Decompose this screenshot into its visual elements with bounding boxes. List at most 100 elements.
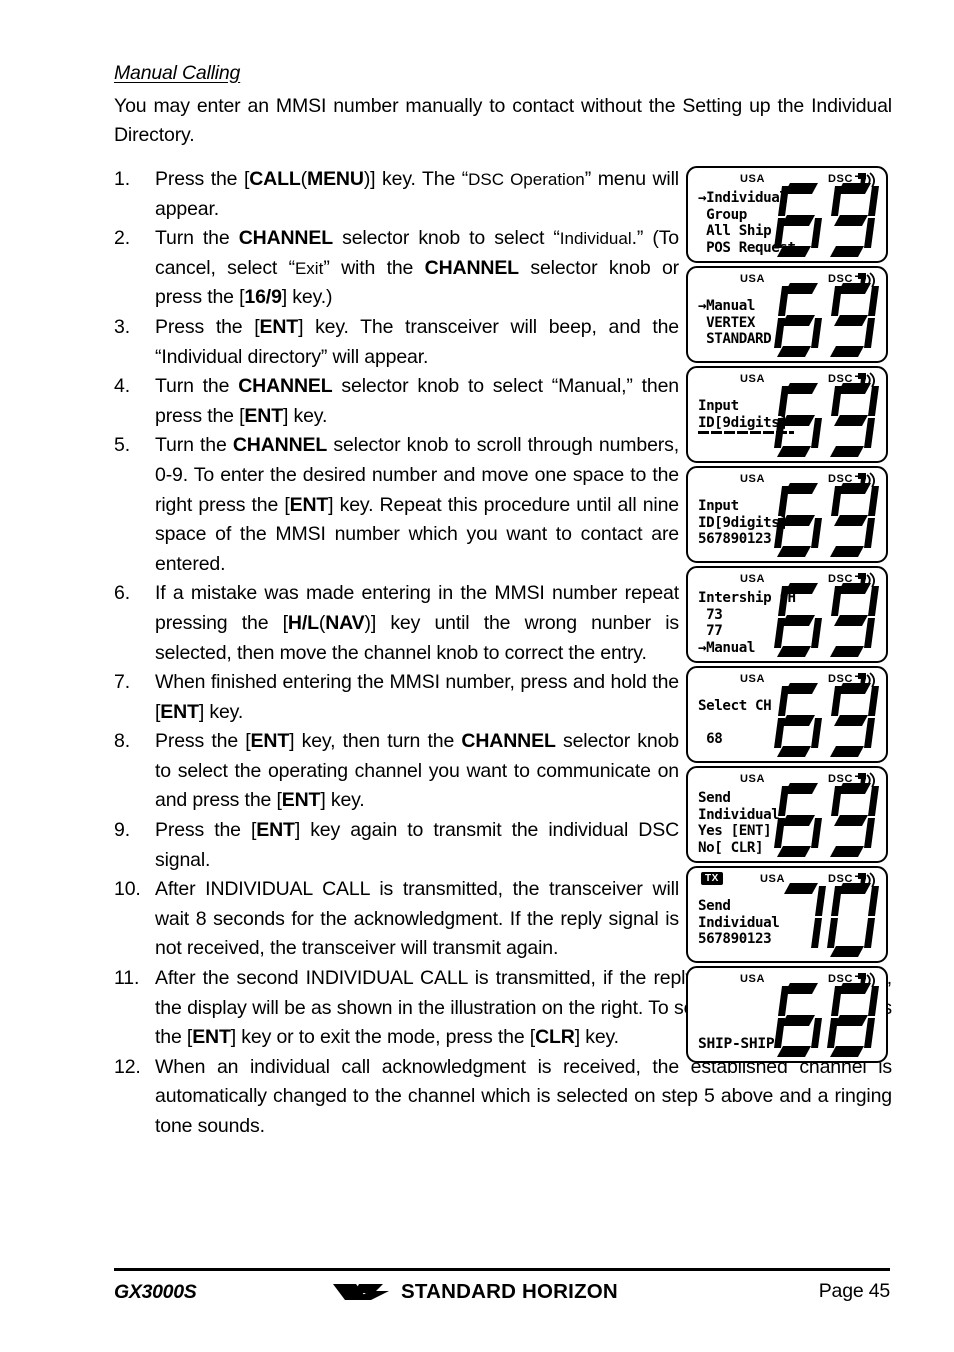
segment-c	[811, 318, 822, 348]
lcd-screen: USA DSC Select CH 68	[686, 666, 888, 763]
channel-number-display	[773, 482, 879, 558]
lcd-illustration-stack: USA DSC →Individual Group All Ship POS Req…	[686, 166, 888, 1066]
segment-d	[830, 1046, 864, 1057]
channel-number-display	[773, 982, 879, 1058]
segment-a	[784, 783, 818, 794]
segment-c	[811, 518, 822, 548]
step-number: 8.	[114, 730, 130, 753]
step-text: When finished entering the MMSI number, …	[155, 671, 679, 723]
segment-d	[830, 946, 864, 957]
step-text: Turn the CHANNEL selector knob to scroll…	[155, 434, 679, 575]
segment-d	[777, 646, 811, 657]
step-number: 9.	[114, 819, 130, 842]
segment-f	[778, 986, 789, 1016]
seven-segment-digit	[776, 982, 826, 1058]
segment-c	[864, 618, 875, 648]
intro-paragraph: You may enter an MMSI number manually to…	[114, 95, 892, 146]
segment-d	[777, 746, 811, 757]
segment-b	[868, 286, 879, 316]
seven-segment-digit	[776, 382, 826, 458]
segment-c	[811, 218, 822, 248]
step-number: 11.	[114, 967, 140, 990]
step-number: 6.	[114, 582, 130, 605]
manual-page: Manual Calling You may enter an MMSI num…	[0, 0, 954, 1352]
segment-f	[831, 586, 842, 616]
segment-d	[830, 346, 864, 357]
segment-g	[781, 315, 815, 326]
lcd-screen: USA DSC Input ID[9digits] 567890123	[686, 466, 888, 563]
segment-a	[784, 283, 818, 294]
segment-b	[868, 786, 879, 816]
segment-f	[831, 286, 842, 316]
lcd-screen: USA DSC Send Individual Yes [ENT] No[ CLR]	[686, 766, 888, 863]
segment-f	[778, 386, 789, 416]
segment-c	[811, 418, 822, 448]
seven-segment-digit	[776, 782, 826, 858]
step-number: 3.	[114, 315, 130, 338]
segment-g	[834, 615, 868, 626]
usa-band-label: USA	[740, 373, 766, 385]
segment-a	[837, 383, 871, 394]
segment-d	[777, 446, 811, 457]
segment-d	[830, 246, 864, 257]
segment-a	[784, 983, 818, 994]
segment-a	[837, 783, 871, 794]
seven-segment-digit	[776, 882, 826, 958]
segment-g	[781, 1015, 815, 1026]
segment-a	[837, 283, 871, 294]
segment-d	[830, 746, 864, 757]
segment-f	[778, 186, 789, 216]
segment-g	[781, 515, 815, 526]
segment-c	[864, 318, 875, 348]
step-number: 4.	[114, 375, 130, 398]
channel-number-display	[773, 682, 879, 758]
segment-b	[868, 586, 879, 616]
seven-segment-digit	[829, 682, 879, 758]
segment-g	[834, 715, 868, 726]
usa-band-label: USA	[740, 473, 766, 485]
segment-d	[777, 346, 811, 357]
seven-segment-digit	[829, 882, 879, 958]
seven-segment-digit	[776, 582, 826, 658]
segment-d	[777, 246, 811, 257]
usa-band-label: USA	[740, 273, 766, 285]
segment-a	[837, 983, 871, 994]
segment-c	[864, 818, 875, 848]
segment-a	[837, 883, 871, 894]
seven-segment-digit	[829, 982, 879, 1058]
segment-f	[831, 386, 842, 416]
segment-b	[868, 986, 879, 1016]
step-text: After INDIVIDUAL CALL is transmitted, th…	[155, 878, 679, 960]
segment-f	[778, 486, 789, 516]
segment-f	[831, 686, 842, 716]
segment-g	[834, 215, 868, 226]
segment-a	[837, 183, 871, 194]
step-number: 10.	[114, 878, 141, 901]
segment-c	[864, 1018, 875, 1048]
segment-f	[831, 886, 842, 916]
lcd-mode-label: SHIP-SHIP	[698, 1035, 775, 1052]
usa-band-label: USA	[740, 673, 766, 685]
step-number: 5.	[114, 434, 130, 457]
seven-segment-digit	[776, 682, 826, 758]
segment-a	[837, 683, 871, 694]
step-text: When an individual call acknowledgment i…	[155, 1055, 892, 1137]
brand-name-standard: STANDARD	[401, 1280, 517, 1303]
segment-g	[781, 715, 815, 726]
step-text: If a mistake was made entering in the MM…	[155, 582, 679, 664]
segment-d	[830, 646, 864, 657]
brand-name: STANDARD HORIZON	[401, 1280, 618, 1304]
segment-g	[781, 215, 815, 226]
segment-a	[784, 883, 818, 894]
segment-g	[834, 515, 868, 526]
step-item: 12. When an individual call acknowledgmen…	[114, 1053, 892, 1142]
seven-segment-digit	[829, 382, 879, 458]
lcd-screen: USA DSC SHIP-SHIP	[686, 966, 888, 1063]
step-number: 2.	[114, 227, 130, 250]
segment-g	[781, 615, 815, 626]
segment-a	[784, 383, 818, 394]
segment-b	[868, 186, 879, 216]
segment-f	[831, 786, 842, 816]
channel-number-display	[773, 382, 879, 458]
segment-a	[784, 583, 818, 594]
